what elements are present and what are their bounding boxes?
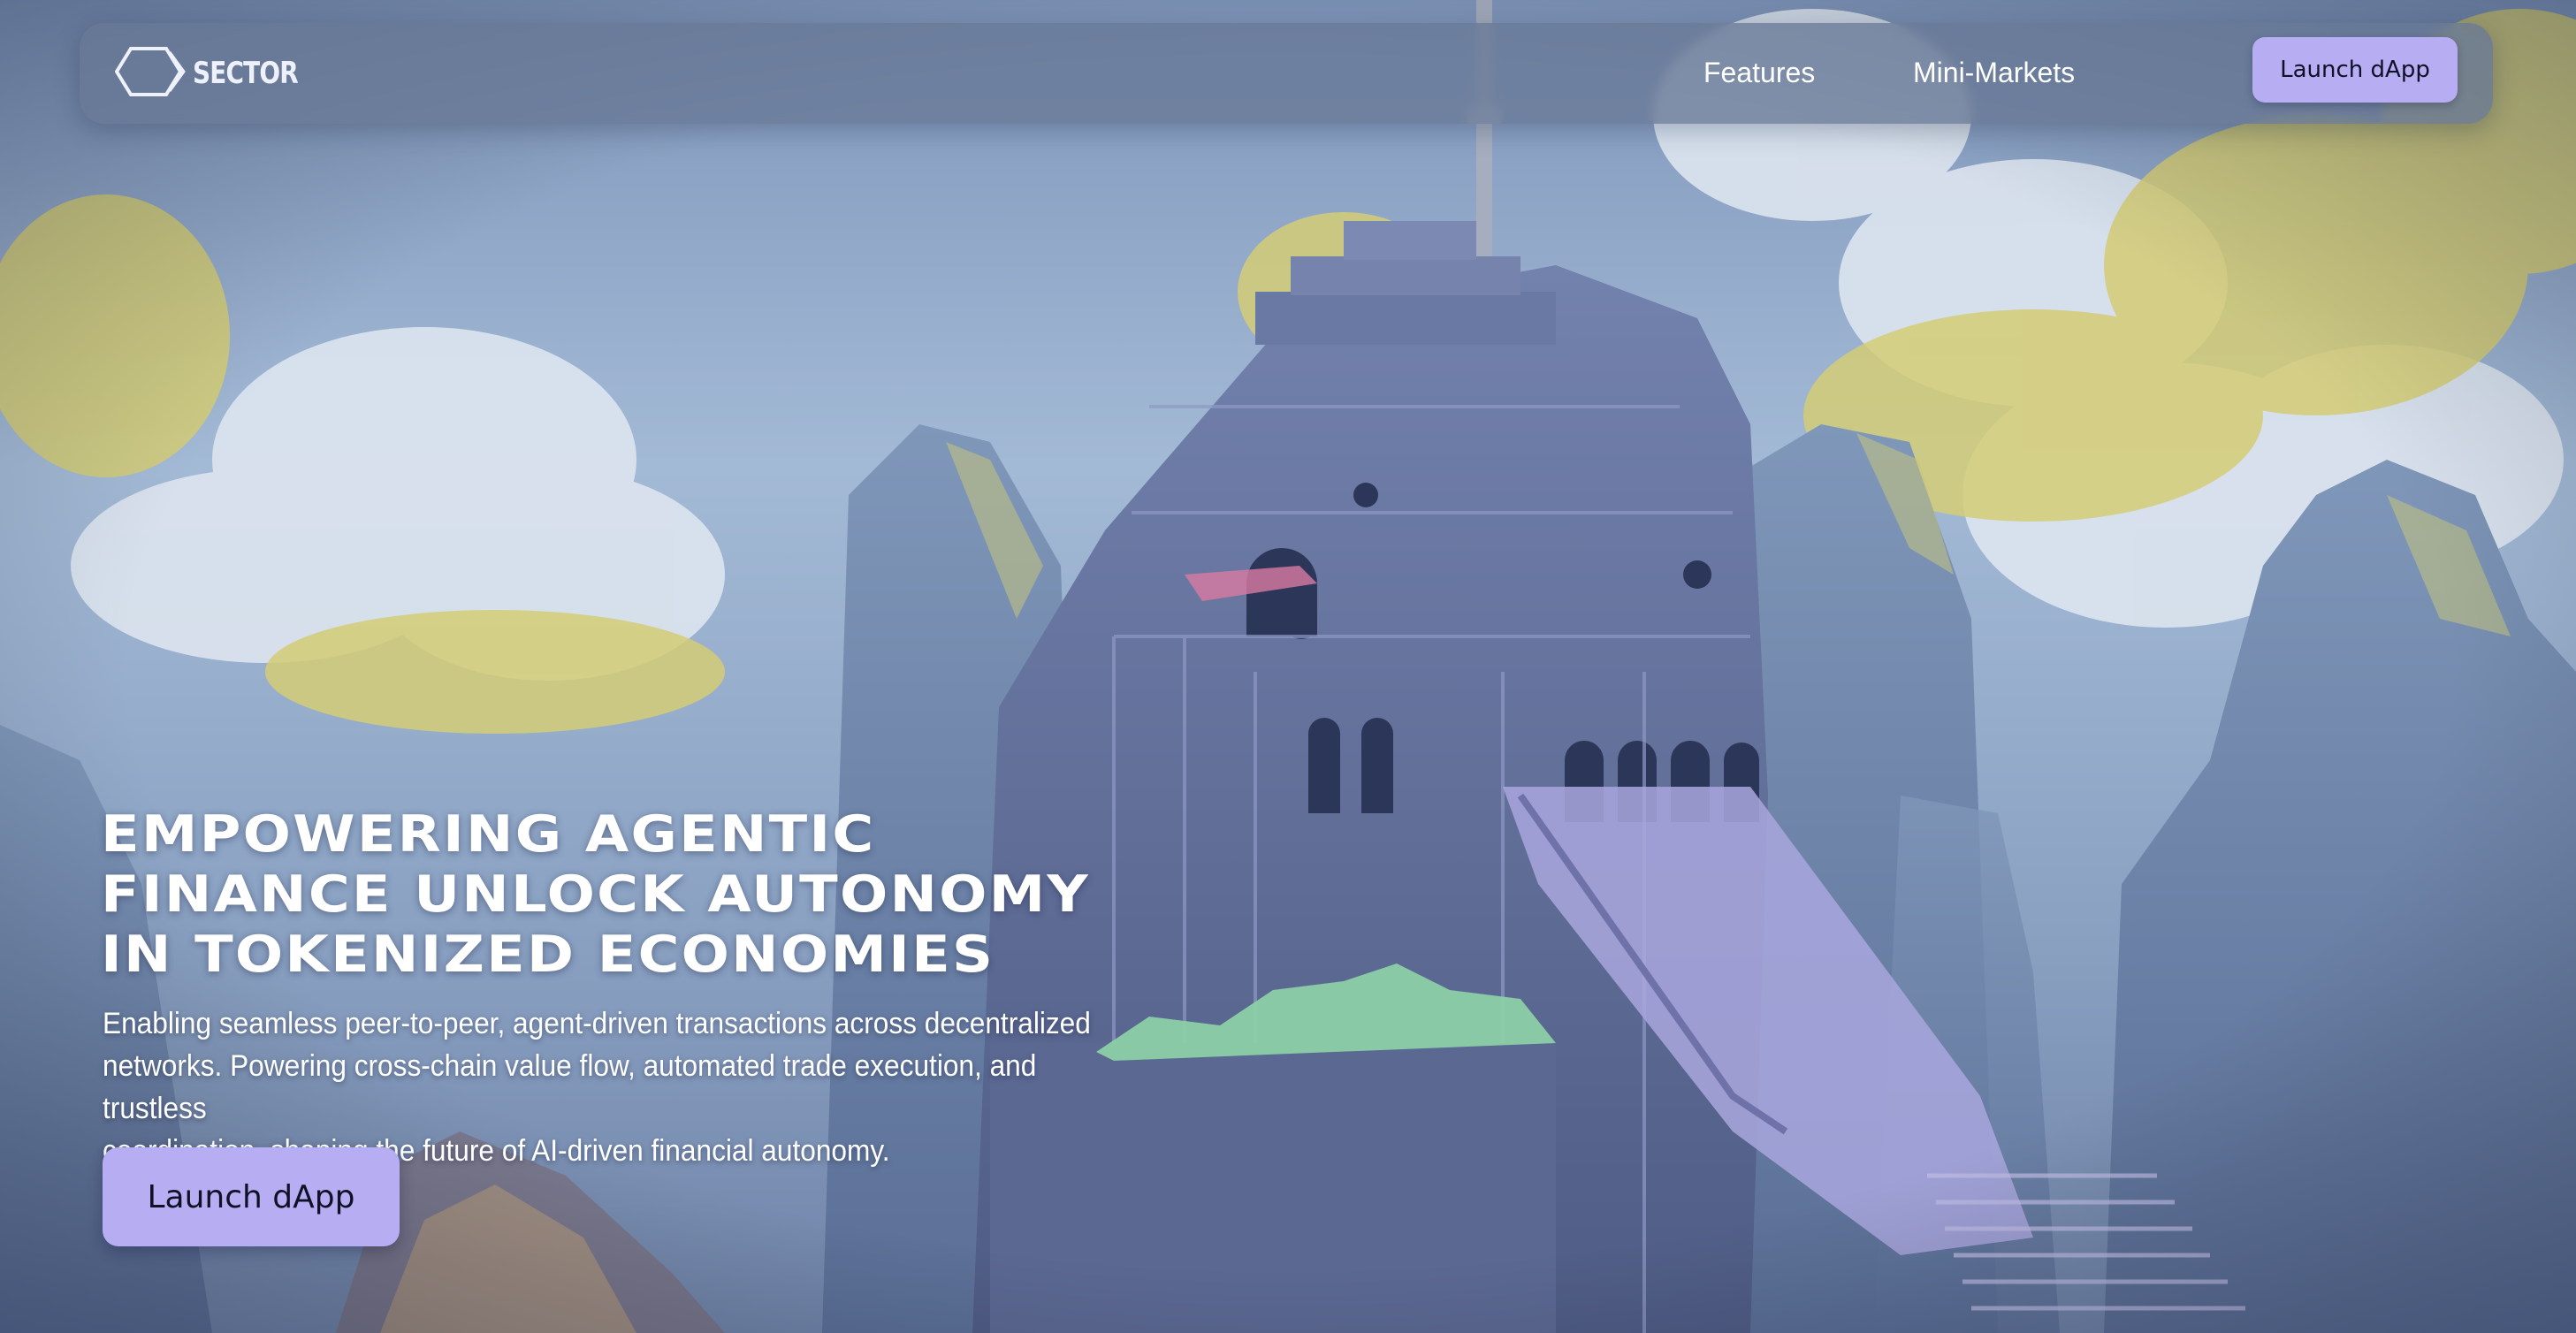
launch-dapp-button-hero[interactable]: Launch dApp [103, 1147, 400, 1246]
page: SECTOR Features Mini-Markets Launch dApp… [0, 0, 2576, 1333]
top-navbar: SECTOR Features Mini-Markets Launch dApp [80, 23, 2493, 124]
brand-logo[interactable]: SECTOR [114, 42, 321, 104]
hexagon-arrow-icon [114, 45, 186, 103]
launch-dapp-button-header[interactable]: Launch dApp [2252, 37, 2458, 103]
hero-title-line: IN TOKENIZED ECONOMIES [101, 925, 995, 984]
hero-subtitle-line: networks. Powering cross-chain value flo… [103, 1049, 1037, 1125]
nav-link-features[interactable]: Features [1703, 53, 1815, 92]
nav-link-mini-markets[interactable]: Mini-Markets [1913, 53, 2075, 92]
brand-logo-text: SECTOR [193, 56, 299, 91]
hero-title: EMPOWERING AGENTIC FINANCE UNLOCK AUTONO… [101, 804, 1388, 985]
hero-subtitle-line: Enabling seamless peer-to-peer, agent-dr… [103, 1007, 1091, 1040]
hero-title-line: EMPOWERING AGENTIC [101, 805, 876, 864]
hero-title-line: FINANCE UNLOCK AUTONOMY [101, 865, 1090, 924]
